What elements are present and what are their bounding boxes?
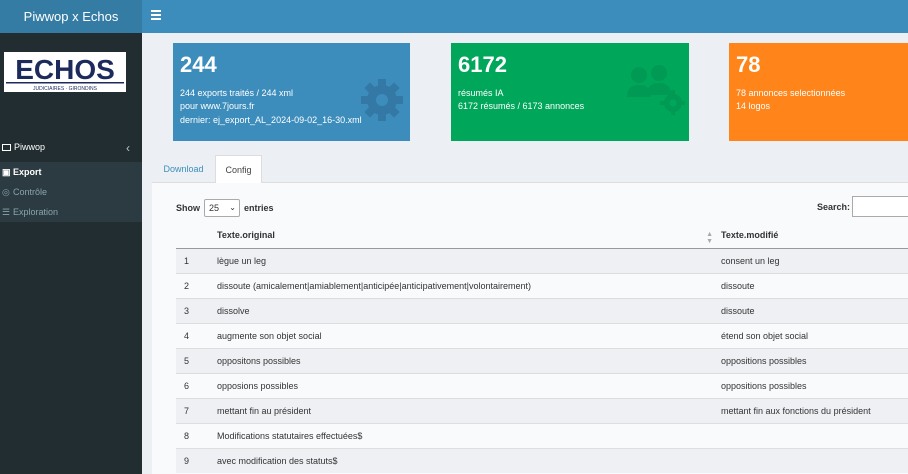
- annonces-line-1: 78 annonces selectionnées: [736, 88, 846, 98]
- exports-line-2: pour www.7jours.fr: [180, 101, 255, 111]
- cell-modified: mettant fin aux fonctions du président: [721, 397, 908, 423]
- cell-original: oppositons possibles: [217, 347, 721, 373]
- resumes-count: 6172: [458, 52, 507, 77]
- page-length-select[interactable]: 25 ⌄: [204, 199, 240, 217]
- table-row[interactable]: 3 dissolve dissoute: [176, 297, 908, 323]
- cell-modified: [721, 447, 908, 473]
- sidebar-submenu: ▣ Export ◎ Contrôle ☰ Exploration: [0, 162, 142, 222]
- cell-modified: dissoute: [721, 272, 908, 298]
- config-table: Texte.original ▲ ▼ Texte.modifié 1 lègue un…: [176, 223, 908, 473]
- cell-modified: [721, 422, 908, 448]
- sidebar-item-controle[interactable]: ◎ Contrôle: [0, 182, 142, 202]
- cell-original: mettant fin au président: [217, 397, 721, 423]
- cell-original: dissoute (amicalement|amiablement|antici…: [217, 272, 721, 298]
- search-label: Search:: [816, 201, 850, 212]
- sidebar-menu-piwwop[interactable]: Piwwop ‹: [0, 136, 142, 158]
- desktop-icon: [2, 143, 11, 151]
- resumes-line-1: résumés IA: [458, 88, 504, 98]
- echos-logo: ECHOS JUDICIAIRES · GIRONDINS: [4, 52, 126, 92]
- cell-modified: étend son objet social: [721, 322, 908, 348]
- column-header-label: Texte.original: [217, 230, 275, 241]
- cell-original: dissolve: [217, 297, 721, 323]
- chevron-left-icon[interactable]: ‹: [126, 141, 130, 155]
- chevron-down-icon: ⌄: [229, 203, 236, 212]
- sidebar-item-label: Export: [13, 167, 42, 177]
- annonces-line-2: 14 logos: [736, 101, 771, 111]
- sidebar-menu-label: Piwwop: [14, 142, 46, 152]
- cell-original: avec modification des statuts$: [217, 447, 721, 473]
- row-index: 6: [176, 372, 217, 398]
- cell-original: lègue un leg: [217, 247, 721, 273]
- sidebar-item-export[interactable]: ▣ Export: [0, 162, 142, 182]
- config-panel: Show 25 ⌄ entries Search: Texte.original…: [152, 183, 908, 474]
- row-index: 5: [176, 347, 217, 373]
- row-index: 9: [176, 447, 217, 473]
- row-index: 2: [176, 272, 217, 298]
- sidebar-toggle-icon[interactable]: [151, 10, 161, 22]
- svg-text:JUDICIAIRES · GIRONDINS: JUDICIAIRES · GIRONDINS: [33, 86, 98, 92]
- table-row[interactable]: 8 Modifications statutaires effectuées$: [176, 422, 908, 448]
- value-box-resumes: 6172 résumés IA 6172 résumés / 6173 anno…: [451, 43, 689, 141]
- cell-modified: consent un leg: [721, 247, 908, 273]
- cell-original: Modifications statutaires effectuées$: [217, 422, 721, 448]
- sidebar-item-exploration[interactable]: ☰ Exploration: [0, 202, 142, 222]
- show-label: Show: [176, 203, 200, 213]
- table-header-row: Texte.original ▲ ▼ Texte.modifié: [176, 223, 908, 249]
- cell-modified: oppositions possibles: [721, 347, 908, 373]
- entries-label: entries: [244, 203, 274, 213]
- page-length-value: 25: [209, 203, 220, 213]
- search-input[interactable]: [852, 196, 908, 217]
- table-row[interactable]: 7 mettant fin au président mettant fin aux…: [176, 397, 908, 423]
- exports-count: 244: [180, 52, 217, 77]
- column-header-index[interactable]: [176, 223, 217, 249]
- svg-text:ECHOS: ECHOS: [15, 54, 115, 85]
- column-header-modified[interactable]: Texte.modifié: [721, 223, 908, 249]
- table-row[interactable]: 4 augmente son objet social étend son obje…: [176, 322, 908, 348]
- list-icon: ☰: [2, 206, 11, 217]
- table-row[interactable]: 1 lègue un leg consent un leg: [176, 247, 908, 273]
- page-length-control: Show 25 ⌄ entries: [176, 199, 274, 217]
- circle-icon: ◎: [2, 186, 10, 197]
- table-row[interactable]: 5 oppositons possibles oppositions possibl…: [176, 347, 908, 373]
- sidebar: ECHOS JUDICIAIRES · GIRONDINS Piwwop ‹ ▣…: [0, 33, 142, 474]
- row-index: 8: [176, 422, 217, 448]
- cell-original: augmente son objet social: [217, 322, 721, 348]
- save-icon: ▣: [2, 166, 11, 177]
- exports-line-3: dernier: ej_export_AL_2024-09-02_16-30.x…: [180, 115, 362, 125]
- app-brand[interactable]: Piwwop x Echos: [0, 0, 142, 33]
- exports-line-1: 244 exports traités / 244 xml: [180, 88, 294, 98]
- row-index: 4: [176, 322, 217, 348]
- sidebar-item-label: Contrôle: [13, 187, 48, 197]
- annonces-count: 78: [736, 52, 761, 77]
- cell-original: opposions possibles: [217, 372, 721, 398]
- value-box-annonces: 78 78 annonces selectionnées 14 logos: [729, 43, 908, 141]
- tab-download[interactable]: Download: [152, 155, 215, 183]
- gear-icon: [361, 79, 403, 121]
- tab-config[interactable]: Config: [215, 155, 262, 184]
- table-row[interactable]: 2 dissoute (amicalement|amiablement|antic…: [176, 272, 908, 298]
- cell-modified: oppositions possibles: [721, 372, 908, 398]
- column-header-original[interactable]: Texte.original ▲ ▼: [217, 223, 721, 249]
- sidebar-item-label: Exploration: [13, 207, 59, 217]
- cell-modified: dissoute: [721, 297, 908, 323]
- top-navbar: [142, 0, 908, 33]
- resumes-line-2: 6172 résumés / 6173 annonces: [458, 101, 585, 111]
- table-row[interactable]: 9 avec modification des statuts$: [176, 447, 908, 473]
- row-index: 3: [176, 297, 217, 323]
- sort-icon: ▲ ▼: [706, 231, 713, 245]
- table-row[interactable]: 6 opposions possibles oppositions possible…: [176, 372, 908, 398]
- users-gear-icon: [627, 65, 685, 115]
- tab-bar: Download Config: [152, 155, 908, 184]
- search-control: Search:: [817, 196, 908, 217]
- value-box-exports: 244 244 exports traités / 244 xml pour w…: [173, 43, 410, 141]
- row-index: 7: [176, 397, 217, 423]
- row-index: 1: [176, 247, 217, 273]
